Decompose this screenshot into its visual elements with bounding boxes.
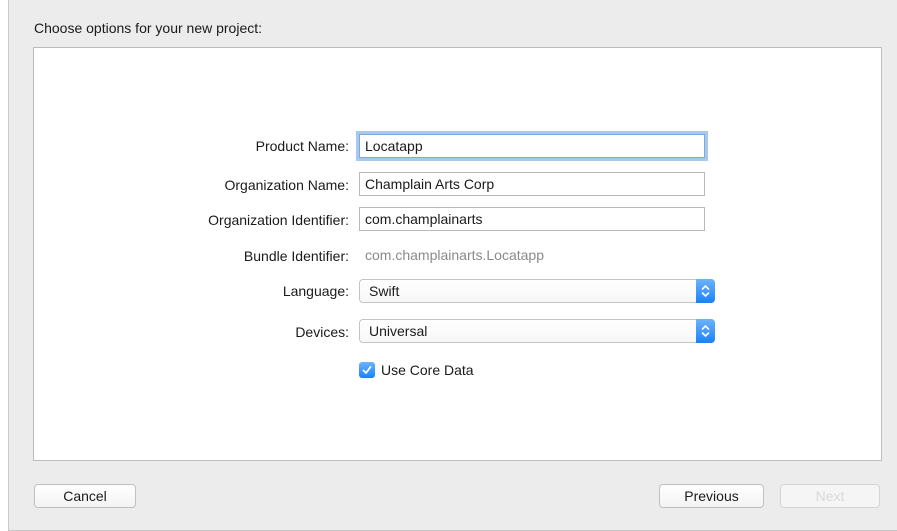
previous-button[interactable]: Previous [659,484,764,508]
options-panel: Product Name: Locatapp Organization Name… [33,47,882,461]
product-name-field[interactable]: Locatapp [359,134,705,158]
organization-identifier-row: Organization Identifier: com.champlainar… [34,207,883,233]
bundle-identifier-value: com.champlainarts.Locatapp [365,247,544,263]
organization-name-label: Organization Name: [224,177,349,193]
use-core-data-checkbox-row[interactable]: Use Core Data [359,360,474,380]
devices-value: Universal [369,323,428,339]
bundle-identifier-row: Bundle Identifier: com.champlainarts.Loc… [34,243,883,269]
bundle-identifier-label: Bundle Identifier: [243,248,349,264]
next-button[interactable]: Next [780,484,880,508]
up-down-chevron-icon [696,319,715,343]
language-value: Swift [369,283,400,299]
use-core-data-label: Use Core Data [381,362,474,378]
organization-identifier-label: Organization Identifier: [208,212,349,228]
devices-label: Devices: [295,324,349,340]
project-options-sheet: Choose options for your new project: Pro… [8,0,897,531]
use-core-data-checkbox[interactable] [359,362,375,378]
product-name-row: Product Name: Locatapp [34,133,883,159]
organization-name-field[interactable]: Champlain Arts Corp [359,172,705,196]
organization-name-row: Organization Name: Champlain Arts Corp [34,172,883,198]
devices-popup[interactable]: Universal [359,319,715,343]
language-popup[interactable]: Swift [359,279,715,303]
cancel-button[interactable]: Cancel [34,484,136,508]
language-label: Language: [282,283,349,299]
language-row: Language: Swift [34,278,883,304]
organization-identifier-field[interactable]: com.champlainarts [359,207,705,231]
devices-row: Devices: Universal [34,319,883,345]
dialog-heading: Choose options for your new project: [34,20,263,36]
up-down-chevron-icon [696,279,715,303]
checkmark-icon [362,366,372,374]
product-name-label: Product Name: [255,138,349,154]
